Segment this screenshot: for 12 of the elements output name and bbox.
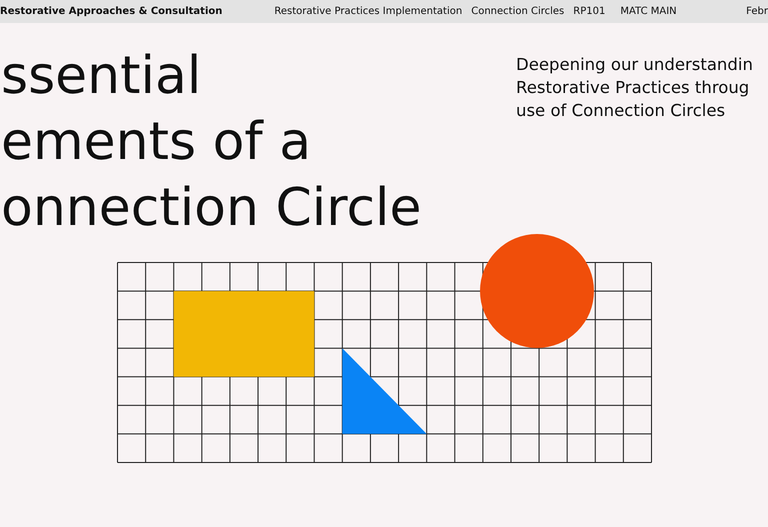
site-title: Restorative Approaches & Consultation	[0, 6, 222, 17]
nav-link[interactable]: RP101	[573, 6, 606, 17]
nav-link[interactable]: Connection Circles	[471, 6, 564, 17]
slide-title: ssential	[1, 45, 202, 108]
subtitle-text: Restorative Practices throug	[516, 77, 750, 99]
slide-title: onnection Circle	[1, 177, 422, 240]
subtitle-text: use of Connection Circles	[516, 100, 726, 122]
slide-title: ements of a	[1, 111, 312, 174]
subtitle-text: Deepening our understandin	[516, 54, 753, 76]
date-text: Febr	[746, 6, 768, 17]
nav-link[interactable]: Restorative Practices Implementation	[274, 6, 462, 17]
nav-link[interactable]: MATC MAIN	[620, 6, 677, 17]
